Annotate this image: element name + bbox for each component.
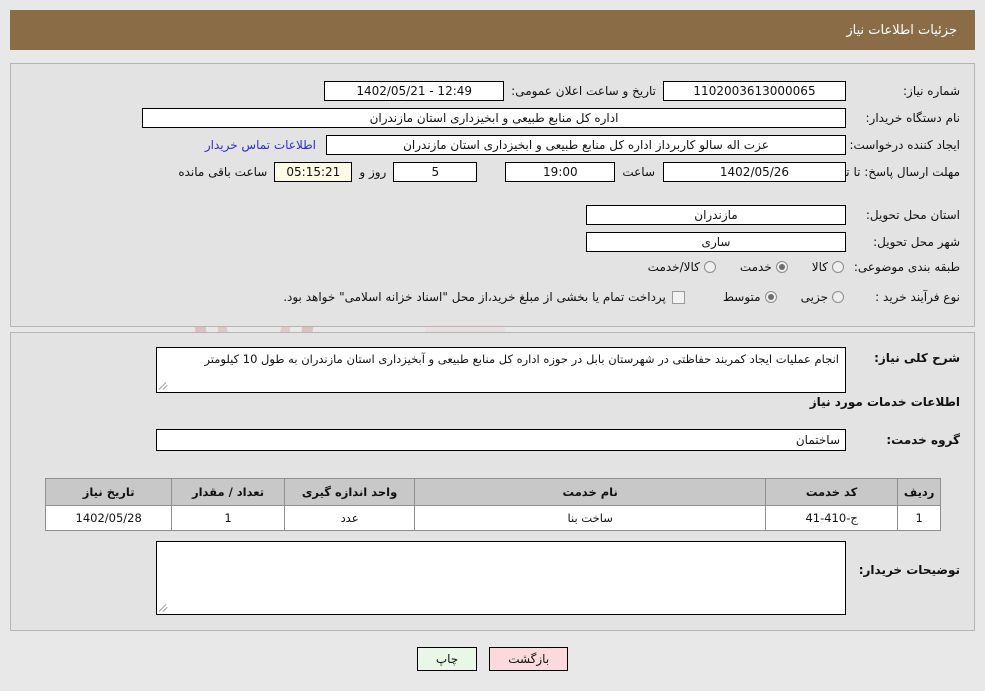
buyer-notes-textarea[interactable] bbox=[156, 541, 846, 615]
back-button[interactable]: بازگشت bbox=[489, 647, 569, 671]
radio-motavaset-icon[interactable] bbox=[764, 291, 777, 303]
buyer-contact-link[interactable]: اطلاعات تماس خریدار bbox=[205, 138, 316, 152]
treasury-checkbox[interactable] bbox=[671, 290, 685, 304]
announce-datetime-label: تاریخ و ساعت اعلان عمومی: bbox=[511, 84, 656, 98]
need-number-field: 1102003613000065 bbox=[663, 81, 846, 101]
remaining-days-label: روز و bbox=[359, 165, 387, 179]
radio-khedmat-label: خدمت bbox=[739, 260, 772, 274]
table-header-row: ردیف کد خدمت نام خدمت واحد اندازه گیری ت… bbox=[44, 478, 941, 506]
subject-classification-label: طبقه بندی موضوعی: bbox=[853, 260, 960, 274]
service-group-row: گروه خدمت: ساختمان bbox=[156, 429, 960, 451]
radio-kala-icon[interactable] bbox=[832, 261, 844, 273]
radio-option-jozei[interactable]: جزیی bbox=[801, 290, 844, 304]
subject-classification-radios: کالا خدمت کالا/خدمت bbox=[628, 260, 844, 274]
radio-option-kala[interactable]: کالا bbox=[812, 260, 844, 274]
table-row: 1 ج-410-41 ساخت بنا عدد 1 1402/05/28 bbox=[44, 505, 941, 531]
treasury-checkbox-label: پرداخت تمام یا بخشی از مبلغ خرید،از محل … bbox=[283, 290, 666, 304]
service-group-field: ساختمان bbox=[156, 429, 846, 451]
services-table: ردیف کد خدمت نام خدمت واحد اندازه گیری ت… bbox=[44, 478, 941, 531]
need-summary-textarea[interactable]: انجام عملیات ایجاد کمربند حفاظتی در شهرس… bbox=[156, 347, 846, 393]
col-header-code: کد خدمت bbox=[764, 478, 899, 506]
need-summary-row: شرح کلی نیاز: انجام عملیات ایجاد کمربند … bbox=[156, 347, 960, 393]
purchase-process-row: نوع فرآیند خرید : جزیی متوسط پرداخت تمام… bbox=[283, 290, 960, 304]
col-header-unit: واحد اندازه گیری bbox=[283, 478, 416, 506]
announce-datetime-field: 1402/05/21 - 12:49 bbox=[324, 81, 505, 101]
page-title: جزئیات اطلاعات نیاز bbox=[846, 22, 957, 38]
resize-grip-icon[interactable] bbox=[158, 381, 169, 391]
radio-option-khedmat[interactable]: خدمت bbox=[740, 260, 788, 274]
deadline-label: مهلت ارسال پاسخ: تا تاریخ: bbox=[821, 164, 960, 179]
radio-khedmat-icon[interactable] bbox=[775, 261, 788, 273]
remaining-hours-label: ساعت باقی مانده bbox=[178, 165, 268, 179]
remaining-days-field: 5 bbox=[393, 162, 478, 182]
cell-unit: عدد bbox=[283, 505, 416, 531]
purchase-process-label: نوع فرآیند خرید : bbox=[875, 290, 960, 304]
need-info-panel: شماره نیاز: 1102003613000065 تاریخ و ساع… bbox=[10, 63, 975, 327]
need-number-label: شماره نیاز: bbox=[903, 84, 960, 98]
cell-row-no: 1 bbox=[897, 505, 941, 531]
cell-service-name: ساخت بنا bbox=[414, 505, 766, 531]
col-header-qty: تعداد / مقدار bbox=[171, 478, 285, 506]
radio-kala-khedmat-icon[interactable] bbox=[703, 261, 716, 273]
page-header: جزئیات اطلاعات نیاز bbox=[10, 10, 975, 50]
radio-option-kala-khedmat[interactable]: کالا/خدمت bbox=[648, 260, 716, 274]
buyer-org-row: نام دستگاه خریدار: اداره کل منابع طبیعی … bbox=[142, 108, 960, 128]
need-number-row: شماره نیاز: 1102003613000065 bbox=[663, 81, 960, 101]
purchase-process-radios: جزیی متوسط bbox=[703, 290, 844, 304]
subject-classification-row: طبقه بندی موضوعی: کالا خدمت کالا/خدمت bbox=[628, 260, 960, 274]
radio-jozei-label: جزیی bbox=[800, 290, 828, 304]
buyer-org-label: نام دستگاه خریدار: bbox=[865, 111, 961, 125]
resize-grip-icon-2[interactable] bbox=[158, 603, 169, 613]
requester-row: ایجاد کننده درخواست: عزت اله سالو کاربرد… bbox=[205, 135, 960, 155]
city-row: شهر محل تحویل: ساری bbox=[586, 232, 960, 252]
col-header-name: نام خدمت bbox=[414, 478, 766, 506]
treasury-checkbox-wrap[interactable]: پرداخت تمام یا بخشی از مبلغ خرید،از محل … bbox=[283, 290, 685, 304]
need-summary-text: انجام عملیات ایجاد کمربند حفاظتی در شهرس… bbox=[204, 352, 839, 366]
services-section-title: اطلاعات خدمات مورد نیاز bbox=[809, 395, 960, 409]
province-row: استان محل تحویل: مازندران bbox=[586, 205, 960, 225]
services-table-wrap: ردیف کد خدمت نام خدمت واحد اندازه گیری ت… bbox=[44, 478, 941, 531]
cell-quantity: 1 bbox=[171, 505, 285, 531]
requester-field: عزت اله سالو کاربرداز اداره کل منابع طبی… bbox=[326, 135, 846, 155]
service-group-label: گروه خدمت: bbox=[886, 433, 960, 447]
radio-jozei-icon[interactable] bbox=[832, 291, 844, 303]
deadline-date-field: 1402/05/26 bbox=[663, 162, 846, 182]
province-label: استان محل تحویل: bbox=[865, 208, 960, 222]
countdown-timer-field: 05:15:21 bbox=[274, 162, 353, 182]
deadline-time-field: 19:00 bbox=[505, 162, 616, 182]
radio-motavaset-label: متوسط bbox=[722, 290, 761, 304]
province-field: مازندران bbox=[586, 205, 846, 225]
radio-option-motavaset[interactable]: متوسط bbox=[723, 290, 777, 304]
cell-need-date: 1402/05/28 bbox=[44, 505, 173, 531]
buyer-notes-row: توضیحات خریدار: bbox=[156, 541, 960, 615]
print-button[interactable]: چاپ bbox=[416, 647, 478, 671]
buyer-org-field: اداره کل منابع طبیعی و ابخیزداری استان م… bbox=[142, 108, 846, 128]
buyer-notes-label: توضیحات خریدار: bbox=[858, 563, 960, 577]
requester-label: ایجاد کننده درخواست: bbox=[849, 138, 960, 152]
bottom-button-bar: بازگشت چاپ bbox=[0, 647, 985, 671]
cell-service-code: ج-410-41 bbox=[764, 505, 899, 531]
radio-kala-khedmat-label: کالا/خدمت bbox=[647, 260, 700, 274]
deadline-time-label: ساعت bbox=[622, 165, 655, 179]
city-field: ساری bbox=[586, 232, 846, 252]
announce-datetime-row: تاریخ و ساعت اعلان عمومی: 1402/05/21 - 1… bbox=[324, 81, 656, 101]
radio-kala-label: کالا bbox=[811, 260, 828, 274]
deadline-row: مهلت ارسال پاسخ: تا تاریخ: 1402/05/26 سا… bbox=[178, 162, 960, 182]
city-label: شهر محل تحویل: bbox=[873, 235, 960, 249]
col-header-date: تاریخ نیاز bbox=[44, 478, 173, 506]
col-header-row-no: ردیف bbox=[897, 478, 941, 506]
need-summary-label: شرح کلی نیاز: bbox=[874, 351, 960, 365]
